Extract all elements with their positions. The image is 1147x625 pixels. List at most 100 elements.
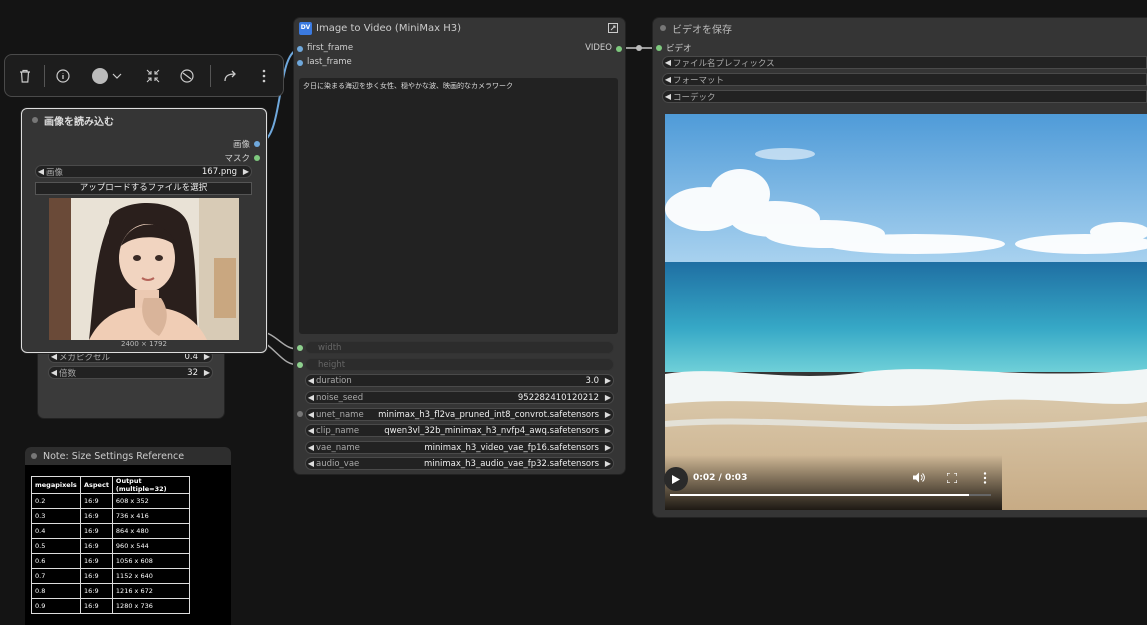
cell: 16:9	[80, 493, 113, 509]
cell: 0.5	[31, 538, 81, 554]
filename-prefix-widget[interactable]: ◀ ファイル名プレフィックス	[662, 56, 1147, 69]
output-image-label: 画像	[232, 140, 250, 150]
format-label: フォーマット	[673, 75, 725, 86]
expand-icon[interactable]	[608, 23, 618, 36]
image-value: 167.png	[201, 166, 237, 177]
multiple-label: 倍数	[59, 368, 77, 379]
height-input-slot[interactable]	[297, 362, 303, 368]
redo-icon[interactable]	[218, 55, 242, 97]
unet-input-slot[interactable]	[297, 411, 303, 417]
first-frame-slot[interactable]	[297, 46, 303, 52]
cell: 1216 x 672	[111, 583, 190, 599]
i2v-title: Image to Video (MiniMax H3)	[316, 22, 461, 34]
multiple-widget[interactable]: ◀ 倍数 32 ▶	[48, 366, 213, 379]
format-widget[interactable]: ◀ フォーマット	[662, 73, 1147, 86]
collapse-dot-icon[interactable]	[32, 117, 38, 123]
i2v-title-bar[interactable]: DV Image to Video (MiniMax H3)	[294, 18, 625, 38]
note-title: Note: Size Settings Reference	[43, 450, 185, 462]
image-to-video-node[interactable]: DV Image to Video (MiniMax H3) first_fra…	[294, 18, 625, 474]
cell: 0.6	[31, 553, 81, 569]
codec-widget[interactable]: ◀ コーデック	[662, 90, 1147, 103]
volume-icon[interactable]	[913, 472, 925, 486]
height-label: height	[318, 359, 346, 370]
output-mask-label: マスク	[224, 154, 250, 164]
cell: 736 x 416	[111, 508, 190, 524]
video-output-slot[interactable]	[616, 46, 622, 52]
clip-name-label: clip_name	[316, 425, 360, 436]
width-widget[interactable]: width	[305, 341, 614, 354]
noise-seed-value: 952282410120212	[517, 392, 599, 403]
cell: 16:9	[80, 523, 113, 539]
play-icon[interactable]	[664, 467, 688, 491]
noise-seed-widget[interactable]: ◀ noise_seed 952282410120212 ▶	[305, 391, 614, 404]
output-mask-slot[interactable]	[254, 155, 260, 161]
multiple-value: 32	[187, 367, 198, 378]
cell: 864 x 480	[111, 523, 190, 539]
noise-seed-label: noise_seed	[316, 392, 364, 403]
header-megapixels: megapixels	[31, 476, 81, 494]
node-title: 画像を読み込む	[44, 116, 114, 128]
width-label: width	[318, 342, 342, 353]
width-input-slot[interactable]	[297, 345, 303, 351]
note-collapse-icon[interactable]	[31, 453, 37, 459]
cell: 0.2	[31, 493, 81, 509]
vae-name-value: minimax_h3_video_vae_fp16.safetensors	[424, 442, 599, 453]
unet-name-label: unet_name	[316, 409, 364, 420]
clip-name-widget[interactable]: ◀ clip_name qwen3vl_32b_minimax_h3_nvfp4_…	[305, 424, 614, 437]
vae-name-widget[interactable]: ◀ vae_name minimax_h3_video_vae_fp16.safe…	[305, 441, 614, 454]
image-select-widget[interactable]: ◀ 画像 167.png ▶	[35, 165, 252, 178]
unet-name-widget[interactable]: ◀ unet_name minimax_h3_fl2va_pruned_int8_…	[305, 408, 614, 421]
prompt-textarea[interactable]: 夕日に染まる海辺を歩く女性、穏やかな波、映画的なカメラワーク	[299, 78, 618, 334]
unet-name-value: minimax_h3_fl2va_pruned_int8_convrot.saf…	[378, 409, 599, 420]
bypass-icon[interactable]	[175, 55, 199, 97]
more-vertical-icon[interactable]	[983, 472, 987, 487]
last-frame-label: last_frame	[307, 57, 352, 67]
video-input-label: ビデオ	[666, 44, 692, 54]
cell: 0.4	[31, 523, 81, 539]
upload-button[interactable]: アップロードするファイルを選択	[35, 182, 252, 195]
audio-vae-label: audio_vae	[316, 458, 360, 469]
cell: 16:9	[80, 568, 113, 584]
load-image-node[interactable]: 画像を読み込む 画像 マスク ◀ 画像 167.png ▶ アップロードするファイル…	[21, 108, 267, 353]
collapse-icon[interactable]	[141, 55, 165, 97]
save-video-title: ビデオを保存	[672, 24, 732, 36]
selection-toolbar	[4, 54, 284, 97]
node-title-bar[interactable]: 画像を読み込む	[22, 109, 266, 131]
height-widget[interactable]: height	[305, 358, 614, 371]
codec-label: コーデック	[673, 92, 716, 103]
node-badge-icon: DV	[299, 21, 312, 35]
video-output-label: VIDEO	[585, 43, 612, 53]
duration-widget[interactable]: ◀ duration 3.0 ▶	[305, 374, 614, 387]
save-video-collapse-icon[interactable]	[660, 25, 666, 31]
cell: 16:9	[80, 538, 113, 554]
table-row: 0.7 16:9 1152 x 640	[31, 568, 190, 584]
video-progress-fill	[670, 494, 969, 496]
duration-label: duration	[316, 375, 352, 386]
cell: 0.3	[31, 508, 81, 524]
vae-name-label: vae_name	[316, 442, 360, 453]
fullscreen-icon[interactable]	[946, 472, 958, 486]
save-video-title-bar[interactable]: ビデオを保存	[653, 18, 1147, 38]
megapixels-value: 0.4	[184, 351, 198, 362]
cell: 0.8	[31, 583, 81, 599]
clip-name-value: qwen3vl_32b_minimax_h3_nvfp4_awq.safeten…	[384, 425, 599, 436]
cell: 16:9	[80, 598, 113, 614]
trash-icon[interactable]	[13, 55, 37, 97]
last-frame-slot[interactable]	[297, 60, 303, 66]
save-video-node[interactable]: ビデオを保存 ビデオ ◀ ファイル名プレフィックス ◀ フォーマット ◀ コーデック	[653, 18, 1147, 517]
info-icon[interactable]	[51, 55, 75, 97]
more-vertical-icon[interactable]	[252, 55, 276, 97]
note-title-bar[interactable]: Note: Size Settings Reference	[25, 447, 231, 465]
header-aspect: Aspect	[80, 476, 113, 494]
color-circle-icon[interactable]	[87, 55, 127, 97]
video-input-slot[interactable]	[656, 45, 662, 51]
table-row: 0.3 16:9 736 x 416	[31, 508, 190, 524]
output-image-slot[interactable]	[254, 141, 260, 147]
note-node[interactable]: Note: Size Settings Reference megapixels…	[25, 447, 231, 625]
duration-value: 3.0	[585, 375, 599, 386]
table-row: 0.2 16:9 608 x 352	[31, 493, 190, 509]
audio-vae-widget[interactable]: ◀ audio_vae minimax_h3_audio_vae_fp32.saf…	[305, 457, 614, 470]
image-label: 画像	[46, 167, 64, 178]
cell: 16:9	[80, 508, 113, 524]
video-progress-track[interactable]	[670, 494, 991, 496]
